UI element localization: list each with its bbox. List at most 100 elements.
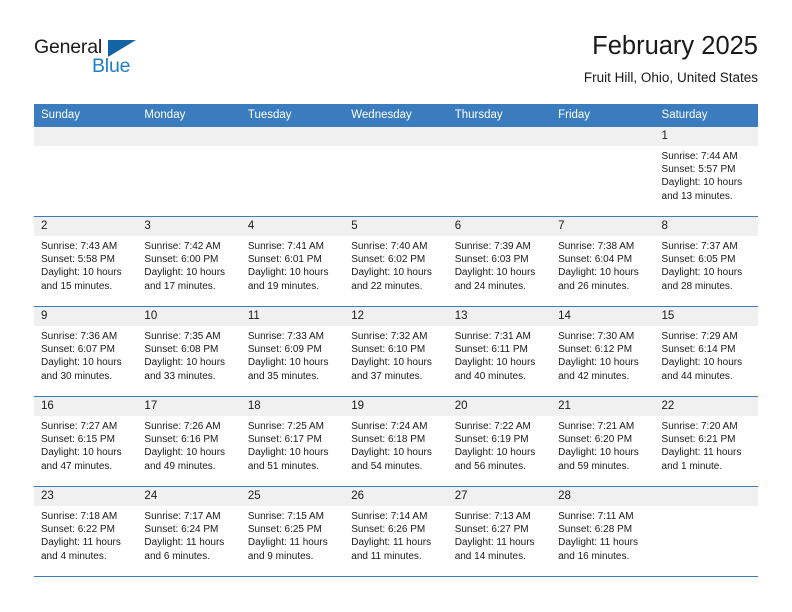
weekday-header-friday: Friday xyxy=(551,104,655,127)
sunrise-text: Sunrise: 7:27 AM xyxy=(41,421,118,432)
sunrise-text: Sunrise: 7:21 AM xyxy=(558,421,635,432)
sunrise-text: Sunrise: 7:24 AM xyxy=(351,421,428,432)
day-number xyxy=(34,127,138,146)
sunrise-text: Sunrise: 7:26 AM xyxy=(144,421,221,432)
day-cell[interactable]: 17 Sunrise: 7:26 AM Sunset: 6:16 PM Dayl… xyxy=(137,396,241,487)
day-cell[interactable]: 7 Sunrise: 7:38 AM Sunset: 6:04 PM Dayli… xyxy=(551,216,655,307)
day-cell[interactable] xyxy=(551,127,655,217)
daylight-text-line1: Daylight: 10 hours xyxy=(41,447,122,459)
daylight-text-line2: and 22 minutes. xyxy=(351,280,423,292)
day-cell[interactable]: 21 Sunrise: 7:21 AM Sunset: 6:20 PM Dayl… xyxy=(551,396,655,487)
general-blue-logo[interactable]: General Blue xyxy=(34,36,234,86)
day-cell[interactable]: 6 Sunrise: 7:39 AM Sunset: 6:03 PM Dayli… xyxy=(447,216,552,307)
sunset-text: Sunset: 6:21 PM xyxy=(661,434,736,446)
day-info xyxy=(344,146,447,150)
day-info: Sunrise: 7:20 AM Sunset: 6:21 PM Dayligh… xyxy=(655,416,758,473)
day-cell[interactable]: 26 Sunrise: 7:14 AM Sunset: 6:26 PM Dayl… xyxy=(344,486,448,577)
day-cell[interactable]: 3 Sunrise: 7:42 AM Sunset: 6:00 PM Dayli… xyxy=(137,216,241,307)
day-cell[interactable] xyxy=(240,127,345,217)
day-cell[interactable]: 16 Sunrise: 7:27 AM Sunset: 6:15 PM Dayl… xyxy=(34,396,138,487)
page-header: General Blue February 2025 Fruit Hill, O… xyxy=(34,30,758,100)
day-info: Sunrise: 7:37 AM Sunset: 6:05 PM Dayligh… xyxy=(655,236,758,293)
day-cell[interactable]: 14 Sunrise: 7:30 AM Sunset: 6:12 PM Dayl… xyxy=(551,306,655,397)
day-cell[interactable]: 19 Sunrise: 7:24 AM Sunset: 6:18 PM Dayl… xyxy=(344,396,448,487)
daylight-text-line1: Daylight: 10 hours xyxy=(558,447,639,459)
day-cell[interactable] xyxy=(654,486,758,577)
daylight-text-line1: Daylight: 10 hours xyxy=(144,267,226,279)
day-info: Sunrise: 7:44 AM Sunset: 5:57 PM Dayligh… xyxy=(655,146,758,203)
day-cell[interactable] xyxy=(447,127,552,217)
day-number: 9 xyxy=(34,307,138,326)
day-cell[interactable]: 5 Sunrise: 7:40 AM Sunset: 6:02 PM Dayli… xyxy=(344,216,448,307)
daylight-text-line1: Daylight: 10 hours xyxy=(454,267,536,279)
day-number: 4 xyxy=(240,217,345,236)
daylight-text-line2: and 49 minutes. xyxy=(144,460,216,472)
sunset-text: Sunset: 6:01 PM xyxy=(247,254,322,266)
sunset-text: Sunset: 6:27 PM xyxy=(454,524,529,536)
day-cell[interactable]: 22 Sunrise: 7:20 AM Sunset: 6:21 PM Dayl… xyxy=(654,396,758,487)
day-cell[interactable]: 15 Sunrise: 7:29 AM Sunset: 6:14 PM Dayl… xyxy=(654,306,758,397)
calendar-week-row: 16 Sunrise: 7:27 AM Sunset: 6:15 PM Dayl… xyxy=(34,396,758,487)
day-cell[interactable]: 1 Sunrise: 7:44 AM Sunset: 5:57 PM Dayli… xyxy=(654,127,758,217)
day-cell[interactable] xyxy=(34,127,138,217)
daylight-text-line1: Daylight: 10 hours xyxy=(247,447,329,459)
daylight-text-line2: and 1 minute. xyxy=(661,460,723,472)
day-info: Sunrise: 7:29 AM Sunset: 6:14 PM Dayligh… xyxy=(655,326,758,383)
day-number: 25 xyxy=(240,487,345,506)
daylight-text-line2: and 28 minutes. xyxy=(661,280,733,292)
sunrise-text: Sunrise: 7:14 AM xyxy=(351,511,428,522)
day-number: 12 xyxy=(344,307,448,326)
daylight-text-line2: and 6 minutes. xyxy=(144,550,211,562)
day-number xyxy=(240,127,345,146)
daylight-text-line2: and 26 minutes. xyxy=(558,280,630,292)
sunset-text: Sunset: 6:19 PM xyxy=(454,434,529,446)
day-info: Sunrise: 7:25 AM Sunset: 6:17 PM Dayligh… xyxy=(241,416,344,473)
day-cell[interactable]: 13 Sunrise: 7:31 AM Sunset: 6:11 PM Dayl… xyxy=(447,306,552,397)
sunset-text: Sunset: 5:57 PM xyxy=(661,164,736,176)
day-info: Sunrise: 7:11 AM Sunset: 6:28 PM Dayligh… xyxy=(551,506,654,563)
day-cell[interactable]: 9 Sunrise: 7:36 AM Sunset: 6:07 PM Dayli… xyxy=(34,306,138,397)
sunrise-text: Sunrise: 7:35 AM xyxy=(144,331,221,342)
day-cell[interactable]: 18 Sunrise: 7:25 AM Sunset: 6:17 PM Dayl… xyxy=(240,396,345,487)
calendar-week-row: 9 Sunrise: 7:36 AM Sunset: 6:07 PM Dayli… xyxy=(34,306,758,397)
daylight-text-line1: Daylight: 11 hours xyxy=(144,537,225,549)
day-info: Sunrise: 7:40 AM Sunset: 6:02 PM Dayligh… xyxy=(344,236,447,293)
title-block: February 2025 Fruit Hill, Ohio, United S… xyxy=(584,30,758,88)
daylight-text-line1: Daylight: 10 hours xyxy=(351,447,432,459)
sunrise-text: Sunrise: 7:31 AM xyxy=(454,331,531,342)
day-number: 18 xyxy=(240,397,345,416)
day-cell[interactable]: 23 Sunrise: 7:18 AM Sunset: 6:22 PM Dayl… xyxy=(34,486,138,577)
day-info xyxy=(137,146,240,150)
day-cell[interactable]: 27 Sunrise: 7:13 AM Sunset: 6:27 PM Dayl… xyxy=(447,486,552,577)
day-number: 15 xyxy=(654,307,758,326)
logo-text-blue: Blue xyxy=(92,55,131,77)
daylight-text-line1: Daylight: 10 hours xyxy=(41,267,122,279)
day-cell[interactable]: 11 Sunrise: 7:33 AM Sunset: 6:09 PM Dayl… xyxy=(240,306,345,397)
day-number: 16 xyxy=(34,397,138,416)
daylight-text-line2: and 51 minutes. xyxy=(247,460,320,472)
day-cell[interactable] xyxy=(137,127,241,217)
day-cell[interactable]: 10 Sunrise: 7:35 AM Sunset: 6:08 PM Dayl… xyxy=(137,306,241,397)
day-cell[interactable]: 28 Sunrise: 7:11 AM Sunset: 6:28 PM Dayl… xyxy=(551,486,655,577)
sunrise-text: Sunrise: 7:37 AM xyxy=(661,241,738,252)
sunrise-text: Sunrise: 7:39 AM xyxy=(454,241,531,252)
day-cell[interactable] xyxy=(344,127,448,217)
day-cell[interactable]: 24 Sunrise: 7:17 AM Sunset: 6:24 PM Dayl… xyxy=(137,486,241,577)
day-info: Sunrise: 7:33 AM Sunset: 6:09 PM Dayligh… xyxy=(241,326,344,383)
day-cell[interactable]: 20 Sunrise: 7:22 AM Sunset: 6:19 PM Dayl… xyxy=(447,396,552,487)
sunset-text: Sunset: 6:14 PM xyxy=(661,344,736,356)
day-cell[interactable]: 8 Sunrise: 7:37 AM Sunset: 6:05 PM Dayli… xyxy=(654,216,758,307)
day-number: 6 xyxy=(447,217,552,236)
sunrise-text: Sunrise: 7:40 AM xyxy=(351,241,428,252)
day-cell[interactable]: 4 Sunrise: 7:41 AM Sunset: 6:01 PM Dayli… xyxy=(240,216,345,307)
sunrise-text: Sunrise: 7:11 AM xyxy=(558,511,634,522)
daylight-text-line1: Daylight: 11 hours xyxy=(661,447,742,459)
daylight-text-line1: Daylight: 10 hours xyxy=(661,357,743,369)
day-cell[interactable]: 2 Sunrise: 7:43 AM Sunset: 5:58 PM Dayli… xyxy=(34,216,138,307)
day-cell[interactable]: 25 Sunrise: 7:15 AM Sunset: 6:25 PM Dayl… xyxy=(240,486,345,577)
day-info: Sunrise: 7:15 AM Sunset: 6:25 PM Dayligh… xyxy=(241,506,344,563)
sunrise-text: Sunrise: 7:36 AM xyxy=(41,331,118,342)
daylight-text-line1: Daylight: 10 hours xyxy=(144,357,226,369)
day-info xyxy=(655,506,758,510)
day-cell[interactable]: 12 Sunrise: 7:32 AM Sunset: 6:10 PM Dayl… xyxy=(344,306,448,397)
